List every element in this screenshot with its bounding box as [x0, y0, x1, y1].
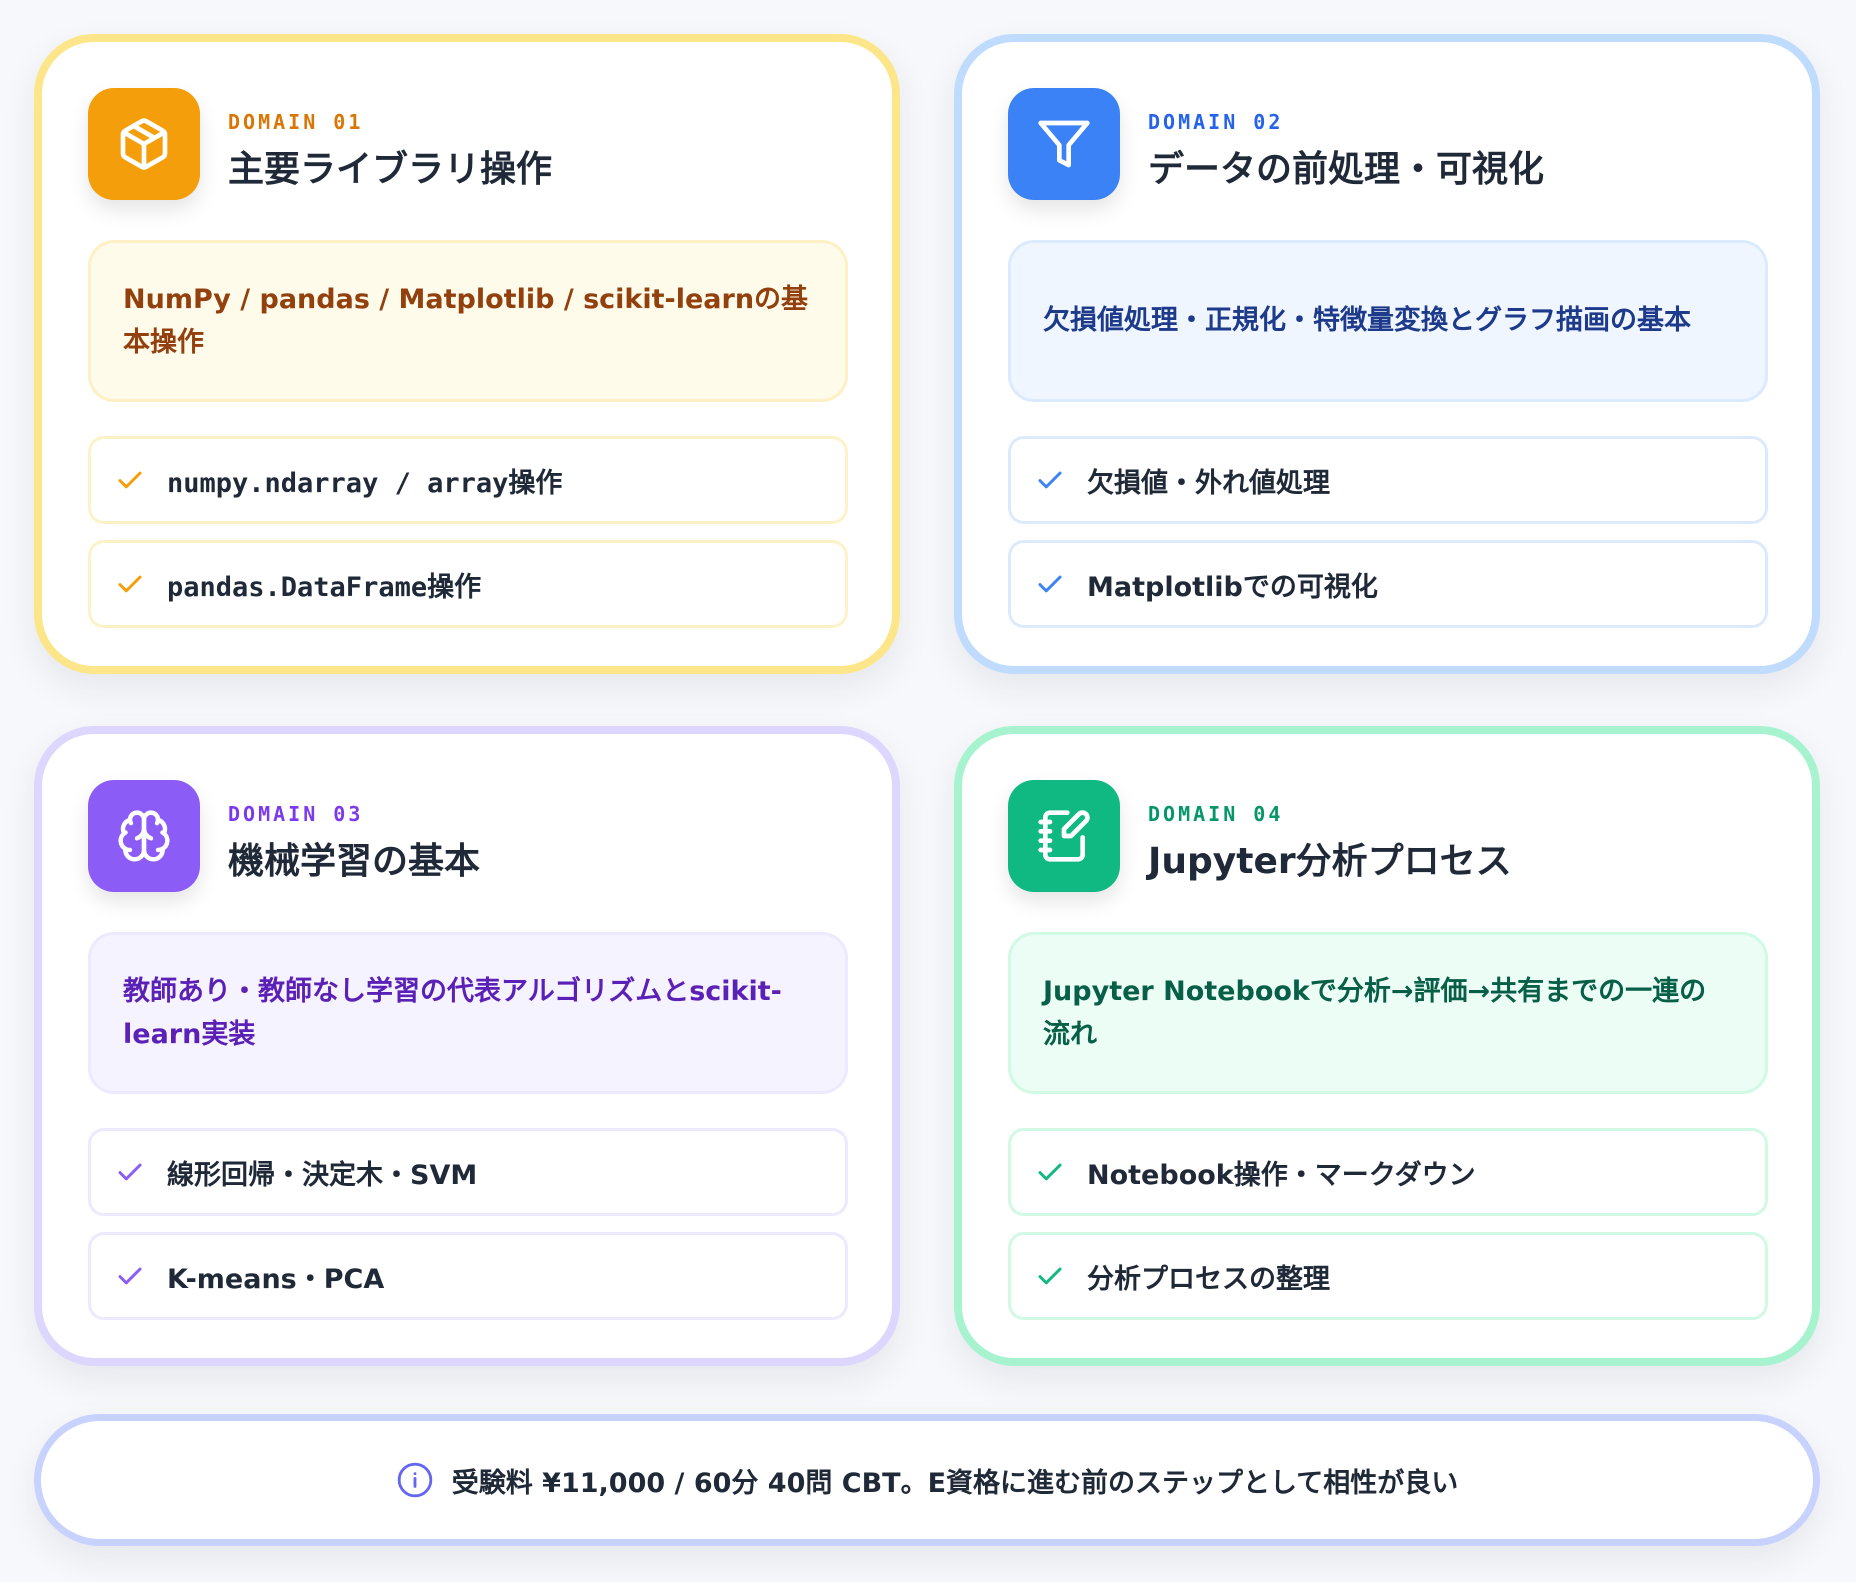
topic-item: 線形回帰・決定木・SVM — [88, 1128, 848, 1216]
check-icon — [118, 471, 142, 489]
domain-description: Jupyter Notebookで分析→評価→共有までの一連の流れ — [1008, 932, 1768, 1094]
topic-label: K-means・PCA — [167, 1263, 385, 1295]
domain-title: データの前処理・可視化 — [1148, 149, 1545, 190]
topic-item: numpy.ndarray / array操作 — [88, 436, 848, 524]
topic-label: 欠損値・外れ値処理 — [1087, 467, 1330, 499]
topic-item: 欠損値・外れ値処理 — [1008, 436, 1768, 524]
exam-info-text: 受験料 ¥11,000 / 60分 40問 CBT。E資格に進む前のステップとし… — [451, 1467, 1459, 1499]
exam-info-banner: 受験料 ¥11,000 / 60分 40問 CBT。E資格に進む前のステップとし… — [34, 1414, 1820, 1546]
filter-icon — [1008, 88, 1120, 200]
topic-item: Notebook操作・マークダウン — [1008, 1128, 1768, 1216]
topic-item: 分析プロセスの整理 — [1008, 1232, 1768, 1320]
topic-label: Matplotlibでの可視化 — [1087, 571, 1378, 603]
notebook-pen-icon — [1008, 780, 1120, 892]
check-icon — [1038, 1267, 1062, 1285]
topic-item: pandas.DataFrame操作 — [88, 540, 848, 628]
domain-description: 欠損値処理・正規化・特徴量変換とグラフ描画の基本 — [1008, 240, 1768, 402]
topic-label: Notebook操作・マークダウン — [1087, 1159, 1476, 1191]
topic-label: numpy.ndarray / array操作 — [167, 467, 563, 499]
domain-card-02: DOMAIN 02 データの前処理・可視化 欠損値処理・正規化・特徴量変換とグラ… — [954, 34, 1820, 674]
domain-title: 主要ライブラリ操作 — [228, 149, 553, 190]
check-icon — [118, 1267, 142, 1285]
check-icon — [118, 1163, 142, 1181]
domain-description: 教師あり・教師なし学習の代表アルゴリズムとscikit-learn実装 — [88, 932, 848, 1094]
topic-item: Matplotlibでの可視化 — [1008, 540, 1768, 628]
domain-card-01: DOMAIN 01 主要ライブラリ操作 NumPy / pandas / Mat… — [34, 34, 900, 674]
check-icon — [118, 575, 142, 593]
domain-card-03: DOMAIN 03 機械学習の基本 教師あり・教師なし学習の代表アルゴリズムとs… — [34, 726, 900, 1366]
domain-title: Jupyter分析プロセス — [1148, 841, 1512, 882]
description-text: NumPy / pandas / Matplotlib / scikit-lea… — [123, 283, 809, 358]
domain-title: 機械学習の基本 — [228, 841, 481, 882]
check-icon — [1038, 1163, 1062, 1181]
check-icon — [1038, 471, 1062, 489]
description-text: 欠損値処理・正規化・特徴量変換とグラフ描画の基本 — [1043, 305, 1691, 337]
domain-label: DOMAIN 04 — [1148, 802, 1284, 826]
topic-label: 線形回帰・決定木・SVM — [167, 1159, 478, 1191]
domain-label: DOMAIN 01 — [228, 110, 364, 134]
domain-label: DOMAIN 03 — [228, 802, 364, 826]
domain-description: NumPy / pandas / Matplotlib / scikit-lea… — [88, 240, 848, 402]
check-icon — [1038, 575, 1062, 593]
topic-label: 分析プロセスの整理 — [1087, 1263, 1330, 1295]
domain-overview: DOMAIN 01 主要ライブラリ操作 NumPy / pandas / Mat… — [0, 0, 1856, 1582]
info-icon — [397, 1462, 433, 1498]
brain-icon — [88, 780, 200, 892]
description-text: Jupyter Notebookで分析→評価→共有までの一連の流れ — [1043, 975, 1707, 1050]
domain-card-04: DOMAIN 04 Jupyter分析プロセス Jupyter Notebook… — [954, 726, 1820, 1366]
topic-item: K-means・PCA — [88, 1232, 848, 1320]
domain-label: DOMAIN 02 — [1148, 110, 1284, 134]
topic-label: pandas.DataFrame操作 — [167, 571, 482, 603]
cube-icon — [88, 88, 200, 200]
description-text: 教師あり・教師なし学習の代表アルゴリズムとscikit-learn実装 — [123, 975, 782, 1050]
